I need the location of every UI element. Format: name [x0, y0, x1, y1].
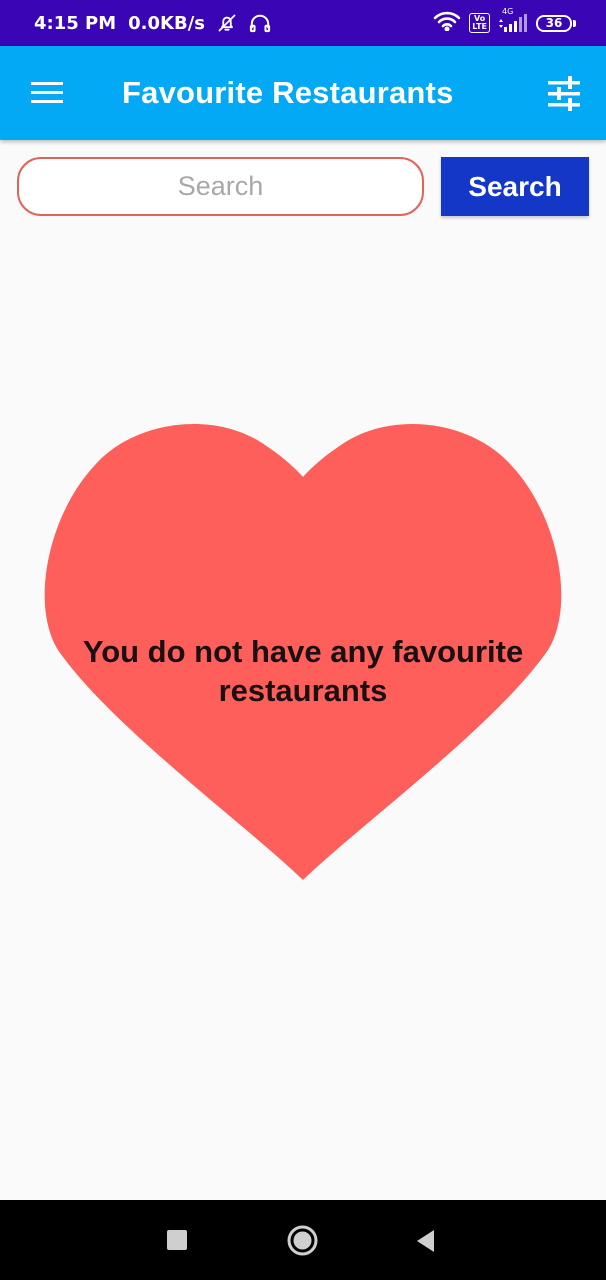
hamburger-menu-icon[interactable]	[30, 78, 64, 108]
page-title: Favourite Restaurants	[122, 75, 454, 110]
status-time: 4:15 PM	[34, 12, 117, 34]
network-type: 4G	[502, 7, 514, 16]
cell-signal-icon: 4G	[498, 7, 528, 32]
empty-state-message: You do not have any favourite restaurant…	[82, 634, 524, 708]
battery-tip	[573, 19, 576, 27]
volte-badge: Vo LTE	[469, 13, 490, 33]
battery-level: 36	[536, 14, 572, 32]
triangle-back-icon[interactable]	[414, 1228, 438, 1254]
system-nav-bar	[0, 1200, 606, 1280]
search-input[interactable]	[17, 157, 424, 216]
battery-icon: 36	[536, 14, 576, 32]
tune-sliders-icon[interactable]	[544, 76, 584, 112]
headphones-icon	[249, 13, 271, 33]
bell-off-icon	[217, 13, 237, 33]
circle-home-icon[interactable]	[287, 1225, 318, 1256]
status-left: 4:15 PM 0.0KB/s	[34, 0, 271, 46]
status-right: Vo LTE 4G 36	[433, 0, 576, 46]
square-recents-icon[interactable]	[167, 1230, 187, 1250]
status-bar: 4:15 PM 0.0KB/s Vo LTE 4G 36	[0, 0, 606, 46]
volte-bottom: LTE	[472, 22, 487, 31]
app-bar: Favourite Restaurants	[0, 46, 606, 140]
network-speed: 0.0KB/s	[128, 12, 205, 34]
wifi-icon	[433, 11, 461, 36]
search-button[interactable]: Search	[441, 157, 589, 216]
